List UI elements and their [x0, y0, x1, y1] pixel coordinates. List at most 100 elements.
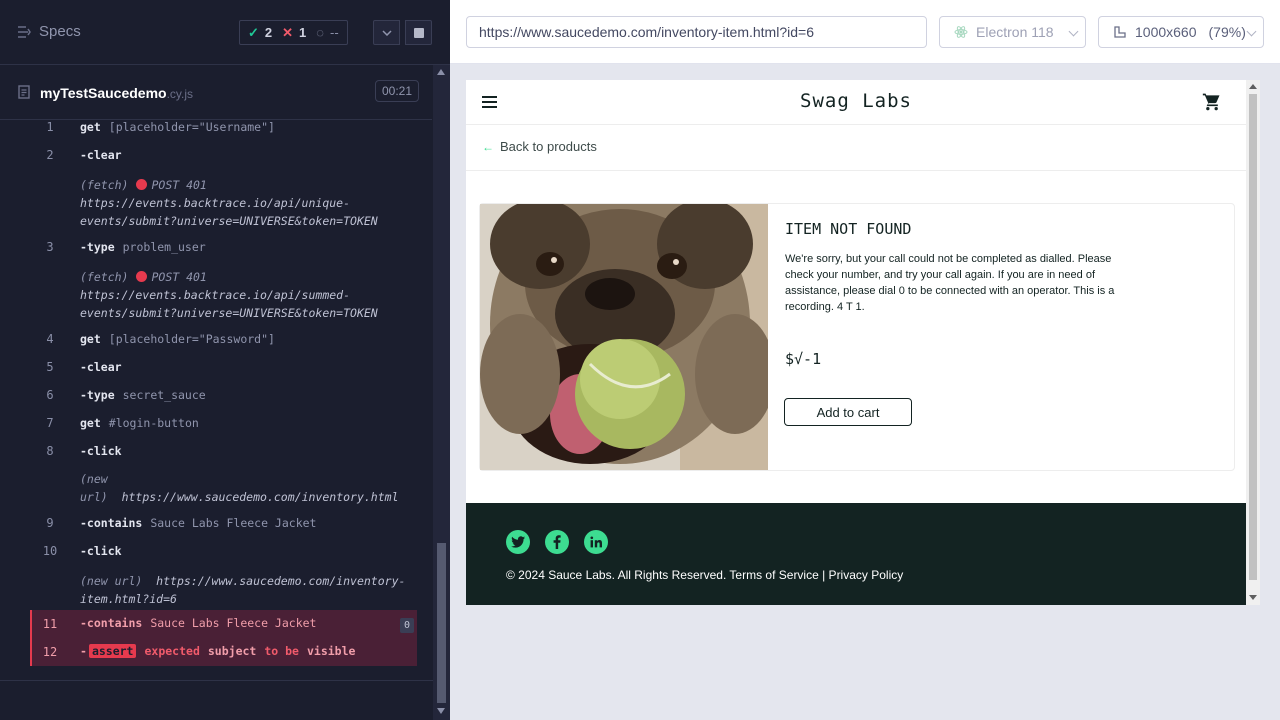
chevron-down-icon	[1246, 26, 1257, 37]
expand-collapse-button[interactable]	[373, 20, 400, 45]
element-count-badge: 0	[400, 618, 414, 633]
command-row[interactable]: 2 -clear	[0, 148, 418, 168]
command-number: 12	[42, 645, 58, 659]
fetch-details: (fetch) POST 401 https://events.backtrace…	[80, 178, 378, 228]
file-icon	[18, 85, 30, 99]
reporter-header: Specs ✓ 2 ✕ 1 ◌ --	[0, 0, 450, 65]
command-row[interactable]: 9 -contains Sauce Labs Fleece Jacket	[0, 516, 418, 536]
stop-icon	[413, 27, 424, 38]
command-row[interactable]: 10 -click	[0, 544, 418, 564]
passed-stat: ✓ 2	[248, 24, 273, 41]
command-number: 8	[46, 444, 54, 458]
command-message: #login-button	[108, 416, 199, 430]
command-number: 3	[46, 240, 54, 254]
command-name: -click	[80, 444, 122, 458]
reporter-scrollbar[interactable]	[433, 65, 450, 720]
facebook-icon[interactable]	[545, 530, 569, 554]
command-name: -clear	[80, 360, 122, 374]
command-name: -contains Sauce Labs Fleece Jacket	[80, 516, 317, 530]
command-name: - assert expected subject to be visible	[80, 644, 356, 658]
fetch-details: (fetch) POST 401 https://events.backtrace…	[80, 270, 378, 320]
assert-tag: assert	[88, 644, 137, 658]
product-image	[480, 204, 768, 470]
fetch-log-row[interactable]: (fetch) POST 401 https://events.backtrace…	[0, 176, 418, 232]
failed-command-row[interactable]: 11 -contains Sauce Labs Fleece Jacket 0	[30, 610, 417, 638]
command-number: 1	[46, 120, 54, 134]
command-number: 5	[46, 360, 54, 374]
app-header: Swag Labs	[466, 80, 1246, 125]
command-message: Sauce Labs Fleece Jacket	[150, 616, 317, 630]
browser-selector[interactable]: Electron 118	[939, 16, 1086, 48]
shopping-cart-icon[interactable]	[1202, 92, 1222, 112]
spec-title-row: myTestSaucedemo.cy.js 00:21	[0, 66, 432, 120]
back-to-products-button[interactable]: ← Back to products	[482, 139, 597, 154]
app-logo: Swag Labs	[800, 90, 912, 112]
command-row[interactable]: 8 -click	[0, 444, 418, 464]
run-duration: 00:21	[375, 80, 420, 102]
command-number: 4	[46, 332, 54, 346]
chevron-down-icon	[381, 29, 392, 36]
item-description: We're sorry, but your call could not be …	[785, 253, 1115, 313]
footer-copyright: © 2024 Sauce Labs. All Rights Reserved. …	[506, 568, 904, 582]
new-url-details: (new url) https://www.saucedemo.com/inve…	[80, 574, 406, 606]
command-name: -type problem_user	[80, 240, 206, 254]
scrollbar-thumb[interactable]	[437, 543, 446, 703]
pending-stat: ◌ --	[316, 25, 339, 40]
command-name: -contains Sauce Labs Fleece Jacket	[80, 616, 317, 630]
fetch-log-row[interactable]: (fetch) POST 401 https://events.backtrace…	[0, 268, 418, 324]
specs-button[interactable]: Specs	[17, 23, 81, 40]
scroll-up-icon[interactable]	[437, 69, 445, 75]
scroll-down-icon[interactable]	[1249, 595, 1257, 600]
command-name: -click	[80, 544, 122, 558]
ruler-icon	[1114, 26, 1126, 38]
specs-label: Specs	[39, 23, 81, 40]
dog-with-ball-image	[480, 204, 768, 470]
new-url-log-row[interactable]: (new url) https://www.saucedemo.com/inve…	[0, 470, 418, 508]
command-row[interactable]: 7 get #login-button	[0, 416, 418, 436]
item-price: $√-1	[785, 350, 822, 368]
command-message: secret_sauce	[122, 388, 206, 402]
viewport-size: 1000x660	[1135, 24, 1197, 40]
url-bar[interactable]: https://www.saucedemo.com/inventory-item…	[466, 16, 927, 48]
viewport-selector[interactable]: 1000x660 (79%)	[1098, 16, 1264, 48]
new-url-log-row[interactable]: (new url) https://www.saucedemo.com/inve…	[0, 572, 418, 610]
command-row[interactable]: 1 get [placeholder="Username"]	[0, 120, 418, 140]
scrollbar-thumb[interactable]	[1249, 94, 1257, 580]
assert-word: expected	[144, 644, 200, 658]
app-footer: © 2024 Sauce Labs. All Rights Reserved. …	[466, 503, 1246, 605]
command-name: -type secret_sauce	[80, 388, 206, 402]
item-title: ITEM NOT FOUND	[785, 220, 912, 238]
assert-word: subject	[207, 644, 257, 658]
stop-button[interactable]	[405, 20, 432, 45]
command-row[interactable]: 5 -clear	[0, 360, 418, 380]
arrow-left-icon: ←	[482, 139, 494, 154]
command-name: -clear	[80, 148, 122, 162]
new-url: https://www.saucedemo.com/inventory.html	[121, 490, 399, 504]
aut-scrollbar[interactable]	[1246, 80, 1260, 605]
command-message: Sauce Labs Fleece Jacket	[150, 516, 317, 530]
command-number: 2	[46, 148, 54, 162]
failed-assert-row[interactable]: 12 - assert expected subject to be visible	[30, 638, 417, 666]
add-to-cart-button[interactable]: Add to cart	[784, 398, 912, 426]
command-row[interactable]: 6 -type secret_sauce	[0, 388, 418, 408]
assert-word: visible	[306, 644, 356, 658]
twitter-icon[interactable]	[506, 530, 530, 554]
failed-stat: ✕ 1	[282, 24, 307, 41]
error-status-dot	[136, 179, 148, 190]
command-row[interactable]: 4 get [placeholder="Password"]	[0, 332, 418, 352]
back-label: Back to products	[500, 139, 597, 154]
fetch-url: https://events.backtrace.io/api/summed-e…	[80, 288, 378, 320]
command-log: 1 get [placeholder="Username"] 2 -clear (…	[0, 120, 418, 680]
scroll-down-icon[interactable]	[437, 708, 445, 714]
linkedin-icon[interactable]	[584, 530, 608, 554]
command-message: [placeholder="Username"]	[108, 120, 275, 134]
browser-name: Electron 118	[976, 24, 1054, 40]
scroll-up-icon[interactable]	[1249, 84, 1257, 89]
command-row[interactable]: 3 -type problem_user	[0, 240, 418, 260]
command-message: problem_user	[122, 240, 206, 254]
test-stats: ✓ 2 ✕ 1 ◌ --	[239, 20, 348, 45]
error-status-dot	[136, 271, 148, 282]
command-number: 7	[46, 416, 54, 430]
assert-word: to be	[264, 644, 299, 658]
check-icon: ✓	[248, 24, 259, 40]
